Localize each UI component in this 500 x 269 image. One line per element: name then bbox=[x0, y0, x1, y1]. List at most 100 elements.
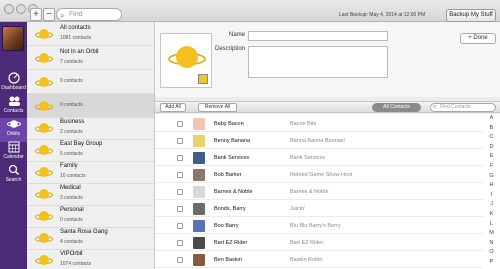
find-contacts-placeholder: Find Contacts bbox=[440, 104, 471, 110]
avatar[interactable] bbox=[2, 26, 24, 51]
orbit-icon bbox=[35, 189, 53, 199]
orbit-item-new-selected[interactable]: 0 contacts bbox=[27, 94, 154, 118]
contact-name: Bank Services bbox=[214, 155, 250, 161]
alpha-letter[interactable]: M bbox=[483, 229, 500, 239]
contact-row[interactable]: Bob Barker Retired Game Show Host bbox=[155, 167, 483, 183]
alpha-letter[interactable]: J bbox=[483, 200, 500, 210]
contact-checkbox[interactable] bbox=[177, 240, 183, 246]
minimize-window-button[interactable] bbox=[16, 4, 26, 14]
orbit-icon bbox=[35, 233, 53, 243]
alpha-letter[interactable]: A bbox=[483, 114, 500, 124]
alpha-letter[interactable]: P bbox=[483, 258, 500, 268]
orbit-icon bbox=[6, 120, 21, 128]
remove-all-button[interactable]: Remove All bbox=[198, 103, 237, 112]
orbit-detail-panel: Name Description + Done bbox=[155, 22, 500, 97]
orbit-name: Not in an Orbit bbox=[60, 49, 99, 55]
contact-list: Baby Bacon Bacon Bits Benny Banana Banna… bbox=[155, 114, 483, 269]
rail-item-contacts[interactable]: Contacts bbox=[0, 95, 27, 119]
contact-checkbox[interactable] bbox=[177, 121, 183, 127]
orbit-image-well[interactable] bbox=[160, 33, 212, 88]
contact-row[interactable]: Ben Baskin Baskin Robin bbox=[155, 252, 483, 268]
contact-nickname: Bart EZ Rider bbox=[290, 240, 324, 246]
contact-photo bbox=[193, 203, 205, 215]
contact-row[interactable]: Bart EZ Rider Bart EZ Rider bbox=[155, 235, 483, 251]
orbit-item-medical[interactable]: Medical 3 contacts bbox=[27, 182, 154, 206]
orbit-item-all-contacts[interactable]: All contacts 1081 contacts bbox=[27, 22, 154, 46]
navigation-rail: Dashboard Contacts Orbits Calendar Searc… bbox=[0, 22, 27, 269]
add-button[interactable]: + bbox=[30, 8, 42, 21]
orbit-count: 2 contacts bbox=[60, 129, 83, 135]
description-label: Description bbox=[214, 46, 245, 52]
contact-row[interactable]: Bank Services Bank Services bbox=[155, 150, 483, 166]
contact-row[interactable]: Bonds, Barry Juicin' bbox=[155, 201, 483, 217]
rail-label: Orbits bbox=[6, 131, 21, 137]
orbit-item-not-in-an-orbit[interactable]: Not in an Orbit 7 contacts bbox=[27, 46, 154, 70]
title-bar: + − ⌕ Find Last Backup: May 4, 2014 at 1… bbox=[0, 0, 500, 22]
contact-checkbox[interactable] bbox=[177, 206, 183, 212]
all-contacts-filter[interactable]: All Contacts bbox=[372, 103, 421, 112]
app-window: + − ⌕ Find Last Backup: May 4, 2014 at 1… bbox=[0, 0, 500, 269]
orbit-icon bbox=[35, 101, 53, 111]
contact-name: Barnes & Noble bbox=[214, 189, 253, 195]
alpha-letter[interactable]: I bbox=[483, 191, 500, 201]
contact-name: Bart EZ Rider bbox=[214, 240, 248, 246]
contact-nickname: Blu Blu Barry's Berry bbox=[290, 223, 341, 229]
find-contacts-input[interactable]: ⌕ Find Contacts bbox=[430, 103, 496, 112]
contact-checkbox[interactable] bbox=[177, 189, 183, 195]
add-all-button[interactable]: Add All bbox=[160, 103, 186, 112]
alpha-letter[interactable]: F bbox=[483, 162, 500, 172]
search-icon: ⌕ bbox=[433, 104, 437, 110]
orbit-item-business[interactable]: Business 2 contacts bbox=[27, 116, 154, 140]
remove-button[interactable]: − bbox=[43, 8, 55, 21]
contact-row[interactable]: Benny Banana Banna Banna Bannas! bbox=[155, 133, 483, 149]
alpha-letter[interactable]: H bbox=[483, 181, 500, 191]
contact-name: Ben Baskin bbox=[214, 257, 242, 263]
last-backup-status: Last Backup: May 4, 2014 at 12:00 PM bbox=[339, 12, 426, 18]
orbit-count: 7 contacts bbox=[60, 59, 83, 65]
contact-checkbox[interactable] bbox=[177, 138, 183, 144]
rail-item-orbits[interactable]: Orbits bbox=[0, 118, 27, 142]
alpha-letter[interactable]: N bbox=[483, 239, 500, 249]
orbit-count: 5 contacts bbox=[60, 151, 83, 157]
orbit-item-unnamed[interactable]: 0 contacts bbox=[27, 70, 154, 94]
alpha-letter[interactable]: C bbox=[483, 133, 500, 143]
close-window-button[interactable] bbox=[4, 4, 14, 14]
alpha-letter[interactable]: L bbox=[483, 220, 500, 230]
name-field[interactable] bbox=[248, 31, 388, 41]
description-field[interactable] bbox=[248, 46, 388, 78]
contact-row[interactable]: Baby Bacon Bacon Bits bbox=[155, 116, 483, 132]
orbit-item-east-bay-group[interactable]: East Bay Group 5 contacts bbox=[27, 138, 154, 162]
color-swatch[interactable] bbox=[198, 74, 208, 84]
alpha-letter[interactable]: K bbox=[483, 210, 500, 220]
alpha-letter[interactable]: G bbox=[483, 172, 500, 182]
orbit-item-personal[interactable]: Personal 0 contacts bbox=[27, 204, 154, 228]
orbit-icon bbox=[35, 29, 53, 39]
contact-checkbox[interactable] bbox=[177, 257, 183, 263]
alphabet-index: A B C D E F G H I J K L M N O P bbox=[483, 114, 500, 269]
orbit-count: 10 contacts bbox=[60, 173, 86, 179]
rail-item-calendar[interactable]: Calendar bbox=[0, 141, 27, 165]
alpha-letter[interactable]: D bbox=[483, 143, 500, 153]
contact-name: Bonds, Barry bbox=[214, 206, 246, 212]
contact-photo bbox=[193, 220, 205, 232]
contact-checkbox[interactable] bbox=[177, 223, 183, 229]
contact-row[interactable]: Barnes & Noble Barnes & Noble bbox=[155, 184, 483, 200]
alpha-letter[interactable]: B bbox=[483, 124, 500, 134]
rail-item-search[interactable]: Search bbox=[0, 164, 27, 188]
orbit-item-viporbit[interactable]: VIPOrbit 1074 contacts bbox=[27, 248, 154, 269]
rail-item-dashboard[interactable]: Dashboard bbox=[0, 72, 27, 96]
alpha-letter[interactable]: E bbox=[483, 152, 500, 162]
dashboard-icon bbox=[7, 72, 20, 84]
orbit-item-santa-rosa-gang[interactable]: Santa Rosa Gang 4 contacts bbox=[27, 226, 154, 250]
contact-checkbox[interactable] bbox=[177, 155, 183, 161]
done-button[interactable]: + Done bbox=[460, 33, 496, 44]
orbit-icon bbox=[35, 145, 53, 155]
orbit-name: East Bay Group bbox=[60, 141, 103, 147]
search-input[interactable]: ⌕ Find bbox=[56, 8, 122, 21]
contact-row[interactable]: Boo Barry Blu Blu Barry's Berry bbox=[155, 218, 483, 234]
contact-photo bbox=[193, 135, 205, 147]
contact-checkbox[interactable] bbox=[177, 172, 183, 178]
orbit-item-family[interactable]: Family 10 contacts bbox=[27, 160, 154, 184]
backup-button[interactable]: Backup My Stuff bbox=[446, 9, 496, 22]
alpha-letter[interactable]: O bbox=[483, 248, 500, 258]
